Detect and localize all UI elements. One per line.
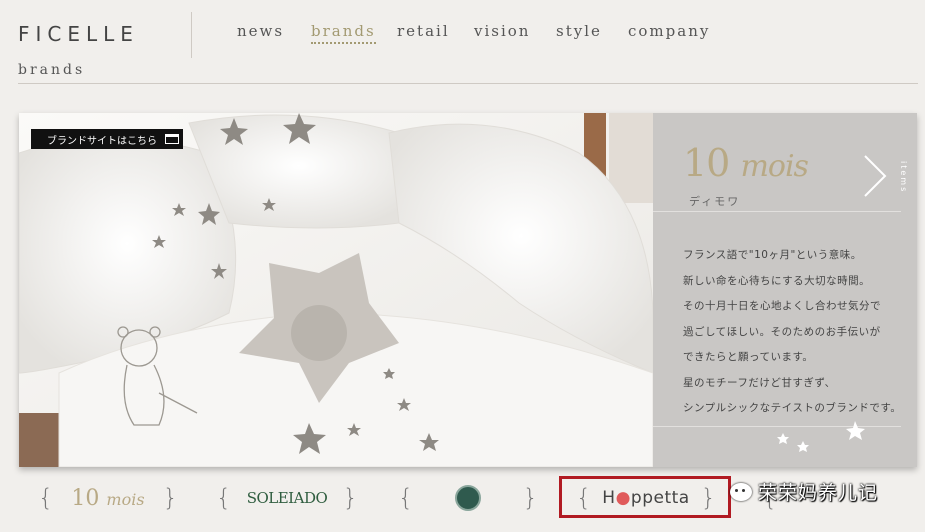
right-brace-icon: } (162, 484, 178, 512)
brand-site-link-label: ブランドサイトはこちら (47, 135, 157, 147)
watermark-text: 荣荣妈养儿记 (758, 482, 879, 504)
brand-item-hoppetta[interactable]: { H●ppetta } (562, 478, 730, 518)
left-brace-icon: { (576, 484, 592, 512)
items-label[interactable]: items (899, 161, 908, 193)
brand-hero: ブランドサイトはこちら 10 mois ディモワ items フランス語で"10… (19, 113, 917, 467)
wechat-watermark: 荣荣妈养儿记 (730, 478, 878, 505)
brand-item-soleiado[interactable]: { SOLEIADO } (216, 478, 358, 518)
right-brace-icon: } (342, 484, 358, 512)
header-divider (191, 12, 192, 58)
star-decoration-icon (777, 421, 865, 452)
nav-style[interactable]: style (556, 22, 602, 40)
nav-company[interactable]: company (628, 22, 710, 40)
page-title: brands (18, 62, 86, 78)
right-brace-icon: } (700, 484, 716, 512)
left-brace-icon: { (38, 484, 54, 512)
nav-news[interactable]: news (237, 22, 284, 40)
brand-item-10mois[interactable]: { 10 mois } (38, 478, 178, 518)
circle-emblem-icon (455, 485, 481, 511)
brand-kana: ディモワ (689, 195, 741, 208)
left-brace-icon: { (216, 484, 232, 512)
right-brace-icon: } (522, 484, 538, 512)
window-icon (165, 134, 179, 144)
brand-site-link[interactable]: ブランドサイトはこちら (31, 129, 183, 149)
brand-logo-soleiado: SOLEIADO (246, 489, 328, 507)
brand-logo-hoppetta: H●ppetta (602, 488, 690, 508)
brand-logo-10mois: 10 mois (71, 485, 145, 511)
site-logo[interactable]: FICELLE (18, 22, 139, 46)
brand-photo: ブランドサイトはこちら (19, 113, 653, 467)
brand-name: 10 mois (683, 141, 809, 185)
brand-item-emblem[interactable]: { } (398, 478, 538, 518)
header-rule (18, 83, 918, 84)
brand-info-panel: 10 mois ディモワ items フランス語で"10ヶ月"という意味。 新し… (653, 113, 917, 467)
nav-retail[interactable]: retail (397, 22, 450, 40)
wechat-icon (730, 482, 752, 501)
brand-name-number: 10 (683, 141, 730, 185)
crib-illustration (19, 113, 653, 467)
nav-brands[interactable]: brands (311, 22, 376, 44)
panel-divider-top (653, 211, 901, 212)
nav-vision[interactable]: vision (474, 22, 530, 40)
brand-name-suffix: mois (740, 149, 808, 184)
chevron-right-icon[interactable] (861, 153, 891, 199)
left-brace-icon: { (398, 484, 414, 512)
brand-description: フランス語で"10ヶ月"という意味。 新しい命を心待ちにする大切な時間。 その十… (683, 249, 902, 414)
